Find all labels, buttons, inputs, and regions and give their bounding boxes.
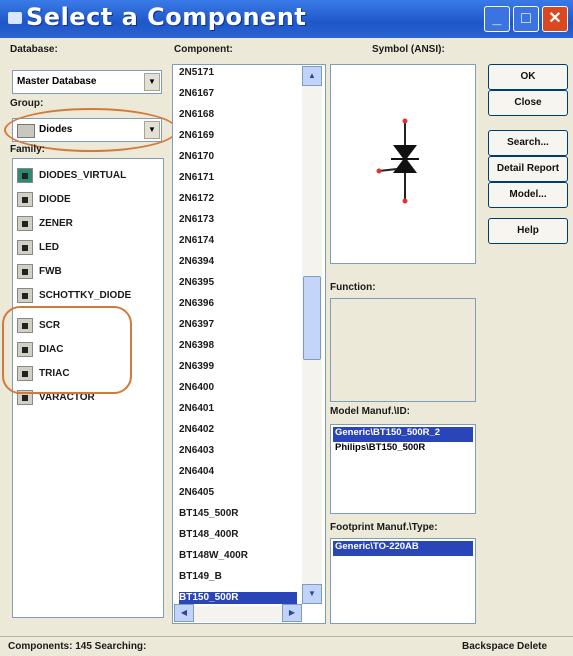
family-item-diac[interactable]: DIAC: [17, 339, 161, 361]
close-icon: ✕: [548, 10, 562, 27]
list-item[interactable]: 2N6169: [179, 130, 297, 147]
list-item[interactable]: 2N6398: [179, 340, 297, 357]
led-icon: [17, 240, 33, 255]
list-item[interactable]: 2N6173: [179, 214, 297, 231]
list-item[interactable]: BT148W_400R: [179, 550, 297, 567]
window-title: Select a Component: [26, 3, 307, 31]
minimize-icon: _: [492, 10, 502, 27]
diac-icon: [17, 342, 33, 357]
model-button[interactable]: Model...: [488, 182, 568, 208]
virtual-diode-icon: [17, 168, 33, 183]
footprint-label: Footprint Manuf.\Type:: [330, 522, 438, 533]
family-label: Family:: [10, 144, 46, 155]
zener-icon: [17, 216, 33, 231]
close-window-button[interactable]: ✕: [542, 6, 568, 32]
family-item-diode[interactable]: DIODE: [17, 189, 161, 211]
list-item[interactable]: 2N6172: [179, 193, 297, 210]
list-item[interactable]: 2N6171: [179, 172, 297, 189]
status-text: Components: 145 Searching:: [8, 641, 147, 652]
list-item[interactable]: 2N6402: [179, 424, 297, 441]
function-label: Function:: [330, 282, 376, 293]
close-button[interactable]: Close: [488, 90, 568, 116]
status-shortcuts: Backspace Delete: [462, 641, 548, 652]
scr-icon: [17, 318, 33, 333]
list-item[interactable]: 2N6401: [179, 403, 297, 420]
family-item-zener[interactable]: ZENER: [17, 213, 161, 235]
family-item-triac[interactable]: TRIAC: [17, 363, 161, 385]
select-component-dialog: Select a Component _ □ ✕ Database: Maste…: [0, 0, 573, 656]
family-item-diodes-virtual[interactable]: DIODES_VIRTUAL: [17, 165, 161, 187]
list-item[interactable]: 2N6174: [179, 235, 297, 252]
database-label: Database:: [10, 44, 58, 55]
footprint-item-selected[interactable]: Generic\TO-220AB: [333, 541, 473, 556]
list-item[interactable]: 2N6394: [179, 256, 297, 273]
model-item[interactable]: Philips\BT150_500R: [333, 442, 473, 457]
chevron-down-icon[interactable]: ▼: [144, 121, 160, 139]
list-item[interactable]: BT149_B: [179, 571, 297, 588]
maximize-icon: □: [521, 10, 531, 27]
family-item-scr[interactable]: SCR: [17, 315, 161, 337]
bridge-icon: [17, 264, 33, 279]
model-label: Model Manuf.\ID:: [330, 406, 410, 417]
triac-icon: [17, 366, 33, 381]
ok-button[interactable]: OK: [488, 64, 568, 90]
list-item[interactable]: 2N6403: [179, 445, 297, 462]
detail-report-button[interactable]: Detail Report: [488, 156, 568, 182]
scroll-down-button[interactable]: ▼: [302, 584, 322, 604]
family-item-varactor[interactable]: VARACTOR: [17, 387, 161, 409]
list-item[interactable]: 2N6396: [179, 298, 297, 315]
list-item[interactable]: 2N6397: [179, 319, 297, 336]
chevron-down-icon[interactable]: ▼: [144, 73, 160, 91]
scroll-up-button[interactable]: ▲: [302, 66, 322, 86]
scroll-thumb[interactable]: [303, 276, 321, 360]
list-item[interactable]: 2N6405: [179, 487, 297, 504]
symbol-label: Symbol (ANSI):: [372, 44, 445, 55]
family-item-led[interactable]: LED: [17, 237, 161, 259]
minimize-button[interactable]: _: [484, 6, 510, 32]
group-select[interactable]: Diodes ▼: [12, 118, 162, 142]
diode-group-icon: [17, 124, 35, 138]
family-item-fwb[interactable]: FWB: [17, 261, 161, 283]
list-item[interactable]: BT145_500R: [179, 508, 297, 525]
footprint-list[interactable]: Generic\TO-220AB: [330, 538, 476, 624]
family-list[interactable]: DIODES_VIRTUAL DIODE ZENER LED FWB SCHOT…: [12, 158, 164, 618]
group-value: Diodes: [39, 124, 73, 135]
varactor-icon: [17, 390, 33, 405]
list-item[interactable]: 2N6167: [179, 88, 297, 105]
list-item[interactable]: 2N5171: [179, 67, 297, 84]
database-select[interactable]: Master Database ▼: [12, 70, 162, 94]
scroll-right-button[interactable]: ▶: [282, 604, 302, 622]
model-item-selected[interactable]: Generic\BT150_500R_2: [333, 427, 473, 442]
search-button[interactable]: Search...: [488, 130, 568, 156]
list-item-selected[interactable]: BT150_500R: [179, 592, 297, 604]
list-item[interactable]: 2N6168: [179, 109, 297, 126]
triac-symbol-icon: [376, 118, 419, 204]
symbol-preview: [330, 64, 476, 264]
model-list[interactable]: Generic\BT150_500R_2 Philips\BT150_500R: [330, 424, 476, 514]
family-item-schottky-diode[interactable]: SCHOTTKY_DIODE: [17, 285, 161, 307]
group-label: Group:: [10, 98, 44, 109]
scroll-left-button[interactable]: ◀: [174, 604, 194, 622]
function-text: [330, 298, 476, 402]
help-button[interactable]: Help: [488, 218, 568, 244]
list-item[interactable]: 2N6399: [179, 361, 297, 378]
list-item[interactable]: 2N6395: [179, 277, 297, 294]
list-item[interactable]: 2N6170: [179, 151, 297, 168]
component-label: Component:: [174, 44, 233, 55]
list-item[interactable]: 2N6400: [179, 382, 297, 399]
diode-icon: [17, 192, 33, 207]
list-item[interactable]: 2N6404: [179, 466, 297, 483]
window-icon: [8, 12, 22, 24]
title-bar[interactable]: Select a Component _ □ ✕: [0, 0, 573, 38]
database-value: Master Database: [17, 76, 97, 87]
status-bar: Components: 145 Searching: Backspace Del…: [0, 636, 573, 656]
schottky-icon: [17, 288, 33, 303]
list-item[interactable]: BT148_400R: [179, 529, 297, 546]
maximize-button[interactable]: □: [513, 6, 539, 32]
